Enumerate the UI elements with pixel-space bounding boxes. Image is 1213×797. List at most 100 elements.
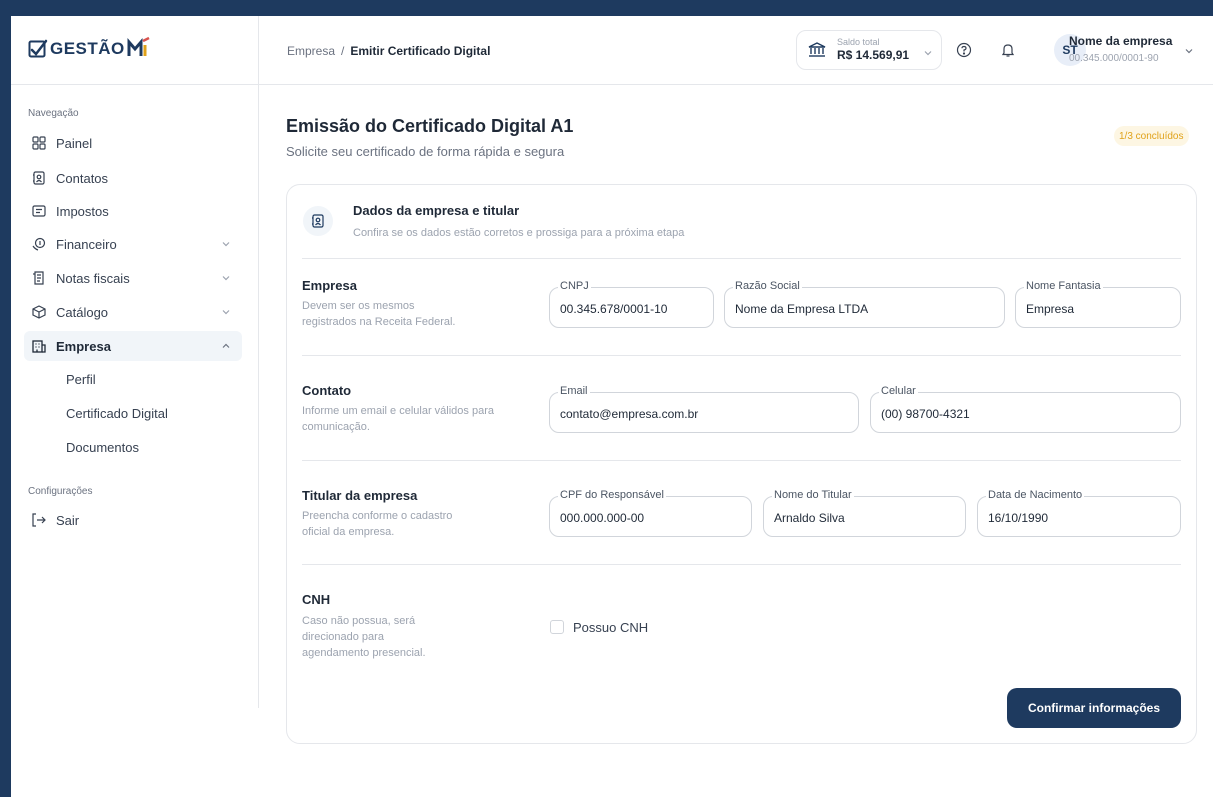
balance-value: R$ 14.569,91 [837, 48, 910, 62]
sidebar-item-label: Empresa [56, 338, 111, 354]
breadcrumb-parent[interactable]: Empresa [287, 44, 335, 58]
company-name[interactable]: Nome da empresa [1069, 34, 1172, 48]
help-icon[interactable] [956, 42, 972, 58]
logo-mei-icon [127, 36, 151, 63]
logout-icon [32, 513, 46, 527]
sidebar-item-impostos[interactable]: Impostos [24, 196, 242, 226]
email-label: Email [558, 385, 590, 397]
page-title: Emissão do Certificado Digital A1 [286, 116, 574, 136]
chevron-up-icon [220, 340, 232, 352]
cpf-label: CPF do Responsável [558, 489, 666, 501]
window-frame-left [0, 0, 11, 797]
bell-icon[interactable] [1000, 42, 1016, 58]
sidebar-item-label: Impostos [56, 203, 109, 219]
nome-titular-value: Arnaldo Silva [774, 511, 845, 525]
sidebar-item-label: Catálogo [56, 304, 109, 320]
progress-badge: 1/3 concluídos [1114, 126, 1189, 146]
logo-check-icon [28, 38, 48, 60]
section-title-titular: Titular da empresa [302, 488, 418, 503]
sidebar-item-label: Contatos [56, 170, 109, 186]
cnh-checkbox-label[interactable]: Possuo CNH [573, 620, 648, 635]
settings-section-label: Configurações [28, 486, 93, 497]
sidebar-subitem-documentos[interactable]: Documentos [66, 440, 139, 455]
data-nascimento-label: Data de Nacimento [986, 489, 1085, 501]
razao-social-label: Razão Social [733, 280, 802, 292]
celular-value: (00) 98700-4321 [881, 407, 970, 421]
breadcrumb: Empresa / Emitir Certificado Digital [287, 44, 490, 58]
divider [302, 460, 1181, 461]
razao-social-field[interactable]: Razão Social Nome da Empresa LTDA [724, 280, 1005, 328]
cnpj-value: 00.345.678/0001-10 [560, 302, 668, 316]
celular-label: Celular [879, 385, 918, 397]
header-divider [259, 84, 1213, 85]
nome-titular-label: Nome do Titular [772, 489, 854, 501]
nome-fantasia-field[interactable]: Nome Fantasia Empresa [1015, 280, 1181, 328]
sidebar-item-financeiro[interactable]: Financeiro [24, 229, 242, 259]
section-title-cnh: CNH [302, 592, 331, 607]
celular-field[interactable]: Celular (00) 98700-4321 [870, 385, 1181, 433]
nome-fantasia-label: Nome Fantasia [1024, 280, 1103, 292]
section-title-empresa: Empresa [302, 278, 357, 293]
divider [302, 258, 1181, 259]
header-divider-left [11, 84, 259, 85]
email-value: contato@empresa.com.br [560, 407, 699, 421]
divider [302, 355, 1181, 356]
balance-dropdown[interactable]: Saldo total R$ 14.569,91 [796, 30, 942, 70]
cnpj-field[interactable]: CNPJ 00.345.678/0001-10 [549, 280, 714, 328]
breadcrumb-current: Emitir Certificado Digital [350, 44, 491, 58]
section-desc-empresa: Devem ser os mesmos registrados na Recei… [302, 300, 456, 328]
contact-card-icon [303, 206, 333, 236]
sidebar-item-label: Notas fiscais [56, 270, 130, 286]
sidebar-item-catalogo[interactable]: Catálogo [24, 297, 242, 327]
chevron-down-icon [220, 272, 232, 284]
company-cnpj: 00.345.000/0001-90 [1069, 53, 1159, 64]
data-nascimento-value: 16/10/1990 [988, 511, 1049, 525]
chevron-down-icon [220, 306, 232, 318]
chevron-down-icon[interactable] [1183, 44, 1195, 56]
email-field[interactable]: Email contato@empresa.com.br [549, 385, 859, 433]
window-frame-top [0, 0, 1213, 16]
logout-label: Sair [56, 512, 80, 528]
divider [302, 564, 1181, 565]
section-desc-cnh: Caso não possua, será direcionado para a… [302, 615, 426, 659]
cpf-field[interactable]: CPF do Responsável 000.000.000-00 [549, 489, 752, 537]
tax-icon [32, 204, 46, 218]
cpf-value: 000.000.000-00 [560, 511, 645, 525]
sidebar-item-painel[interactable]: Painel [24, 128, 242, 158]
data-nascimento-field[interactable]: Data de Nacimento 16/10/1990 [977, 489, 1181, 537]
box-icon [32, 305, 46, 319]
sidebar-subitem-perfil[interactable]: Perfil [66, 372, 96, 387]
receipt-icon [32, 271, 46, 285]
sidebar-item-empresa[interactable]: Empresa [24, 331, 242, 361]
chevron-down-icon [923, 45, 933, 56]
balance-label: Saldo total [837, 37, 880, 47]
breadcrumb-separator: / [341, 44, 345, 58]
logo-text: GESTÃO [50, 39, 125, 58]
nav-section-label: Navegação [28, 108, 79, 119]
sidebar-item-label: Financeiro [56, 236, 117, 252]
razao-social-value: Nome da Empresa LTDA [735, 302, 869, 316]
logout-button[interactable]: Sair [24, 505, 242, 535]
confirm-button[interactable]: Confirmar informações [1007, 688, 1181, 728]
sidebar-item-label: Painel [56, 135, 93, 151]
cnh-checkbox[interactable] [550, 620, 564, 634]
nome-fantasia-value: Empresa [1026, 302, 1075, 316]
nome-titular-field[interactable]: Nome do Titular Arnaldo Silva [763, 489, 966, 537]
section-desc-contato: Informe um email e celular válidos para … [302, 405, 494, 433]
bank-icon [807, 40, 827, 60]
chevron-down-icon [220, 238, 232, 250]
card-title: Dados da empresa e titular [353, 203, 520, 218]
section-desc-titular: Preencha conforme o cadastro oficial da … [302, 510, 453, 538]
sidebar-item-notas-fiscais[interactable]: Notas fiscais [24, 263, 242, 293]
sidebar-divider [258, 16, 259, 708]
sidebar-item-contatos[interactable]: Contatos [24, 163, 242, 193]
building-icon [32, 339, 46, 353]
page-subtitle: Solicite seu certificado de forma rápida… [286, 144, 565, 159]
money-icon [32, 237, 46, 251]
app-logo[interactable]: GESTÃO [28, 34, 151, 64]
grid-icon [32, 136, 46, 150]
sidebar-subitem-certificado-digital[interactable]: Certificado Digital [66, 406, 168, 421]
card-subtitle: Confira se os dados estão corretos e pro… [353, 227, 685, 239]
contacts-icon [32, 171, 46, 185]
cnpj-label: CNPJ [558, 280, 591, 292]
